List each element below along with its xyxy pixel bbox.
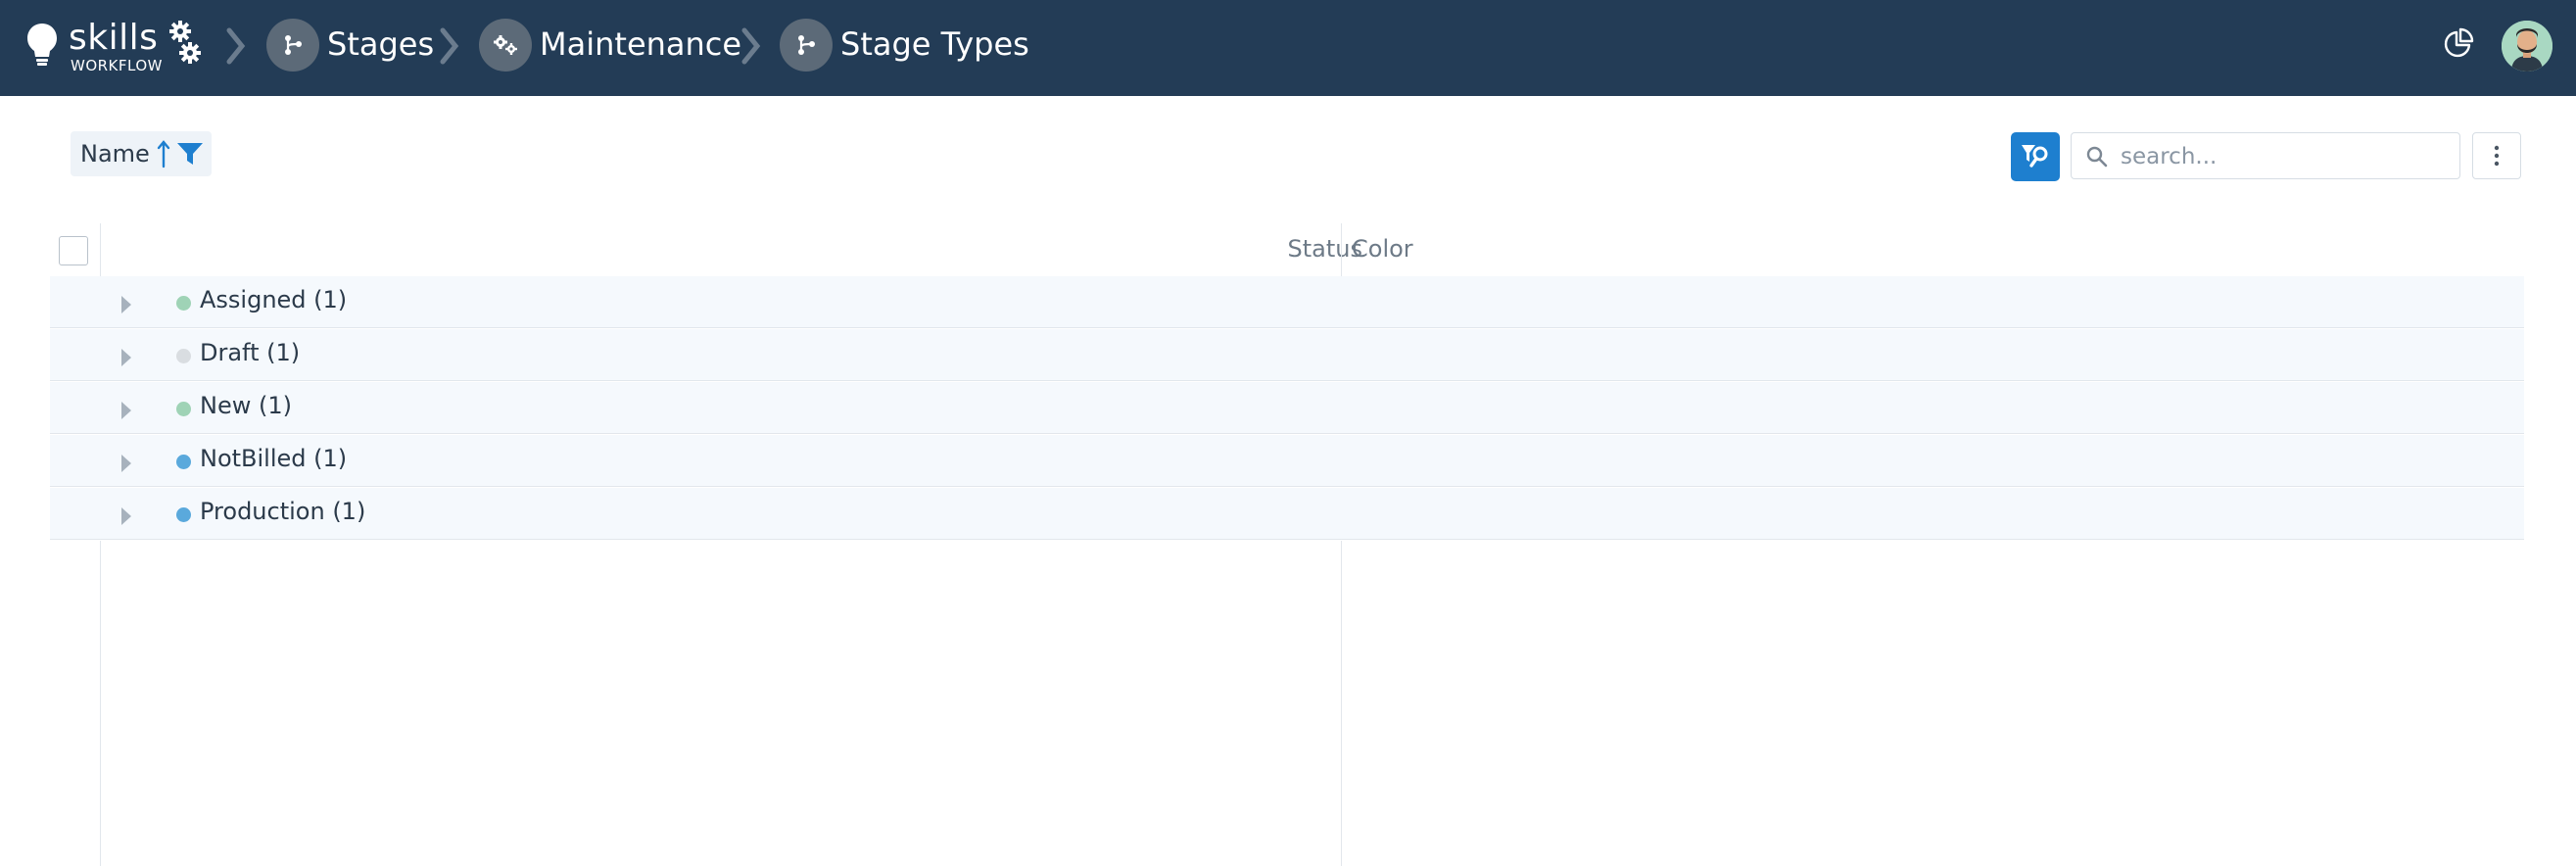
status-color-dot — [176, 455, 191, 469]
grid-header: Status Color — [50, 223, 2524, 277]
more-options-button[interactable] — [2472, 132, 2521, 179]
select-all-checkbox[interactable] — [59, 236, 88, 265]
brand-subtitle: WORKFLOW — [71, 57, 163, 74]
column-divider — [100, 223, 101, 276]
chevron-right-icon — [440, 27, 459, 65]
lightbulb-icon — [27, 24, 57, 66]
status-color-dot — [176, 296, 191, 311]
column-divider — [100, 541, 101, 866]
breadcrumb-maintenance[interactable]: Maintenance — [540, 25, 741, 63]
column-divider — [1341, 541, 1342, 866]
breadcrumb-stage-types: Stage Types — [840, 25, 1029, 63]
breadcrumb-stages[interactable]: Stages — [327, 25, 434, 63]
expand-caret-icon[interactable] — [120, 295, 132, 314]
sort-field-label: Name — [80, 140, 150, 168]
search-icon — [2086, 146, 2108, 168]
vertical-ellipsis-icon — [2494, 145, 2500, 167]
group-label: New (1) — [200, 392, 292, 419]
status-color-dot — [176, 349, 191, 363]
advanced-filter-button[interactable] — [2011, 132, 2060, 181]
chevron-right-icon — [226, 27, 246, 65]
stage-types-grid: Status Color Assigned (1) Draft (1) New … — [50, 223, 2524, 866]
group-label: Production (1) — [200, 498, 366, 525]
expand-caret-icon[interactable] — [120, 454, 132, 473]
group-label: NotBilled (1) — [200, 445, 348, 472]
group-row[interactable]: NotBilled (1) — [50, 435, 2524, 487]
group-row[interactable]: Draft (1) — [50, 329, 2524, 381]
column-divider — [1341, 223, 1342, 276]
group-row[interactable]: Assigned (1) — [50, 276, 2524, 328]
branch-icon[interactable] — [266, 19, 319, 72]
expand-caret-icon[interactable] — [120, 401, 132, 420]
filter-search-icon — [2022, 145, 2048, 168]
gears-icon[interactable] — [479, 19, 532, 72]
sort-ascending-icon[interactable] — [157, 139, 170, 168]
status-color-dot — [176, 402, 191, 416]
status-color-dot — [176, 507, 191, 522]
group-label: Assigned (1) — [200, 286, 348, 313]
filter-funnel-icon[interactable] — [176, 141, 204, 167]
chevron-right-icon — [741, 27, 761, 65]
avatar[interactable] — [2502, 21, 2552, 72]
user-avatar-icon — [2502, 21, 2552, 72]
brand-name: skills — [69, 18, 159, 58]
app-logo[interactable]: skills WORKFLOW — [25, 18, 202, 78]
top-bar: skills WORKFLOW Stages Maintenance Stage… — [0, 0, 2576, 96]
gears-logo-icon — [169, 21, 201, 64]
expand-caret-icon[interactable] — [120, 348, 132, 367]
search-input[interactable] — [2119, 139, 2446, 174]
group-row[interactable]: New (1) — [50, 382, 2524, 434]
sort-chip[interactable]: Name — [71, 131, 212, 176]
search-box[interactable] — [2071, 132, 2460, 179]
group-row[interactable]: Production (1) — [50, 488, 2524, 540]
group-label: Draft (1) — [200, 339, 301, 366]
column-header-color[interactable]: Color — [1352, 235, 1413, 263]
expand-caret-icon[interactable] — [120, 506, 132, 526]
branch-icon[interactable] — [780, 19, 833, 72]
pie-chart-icon[interactable] — [2443, 27, 2474, 59]
